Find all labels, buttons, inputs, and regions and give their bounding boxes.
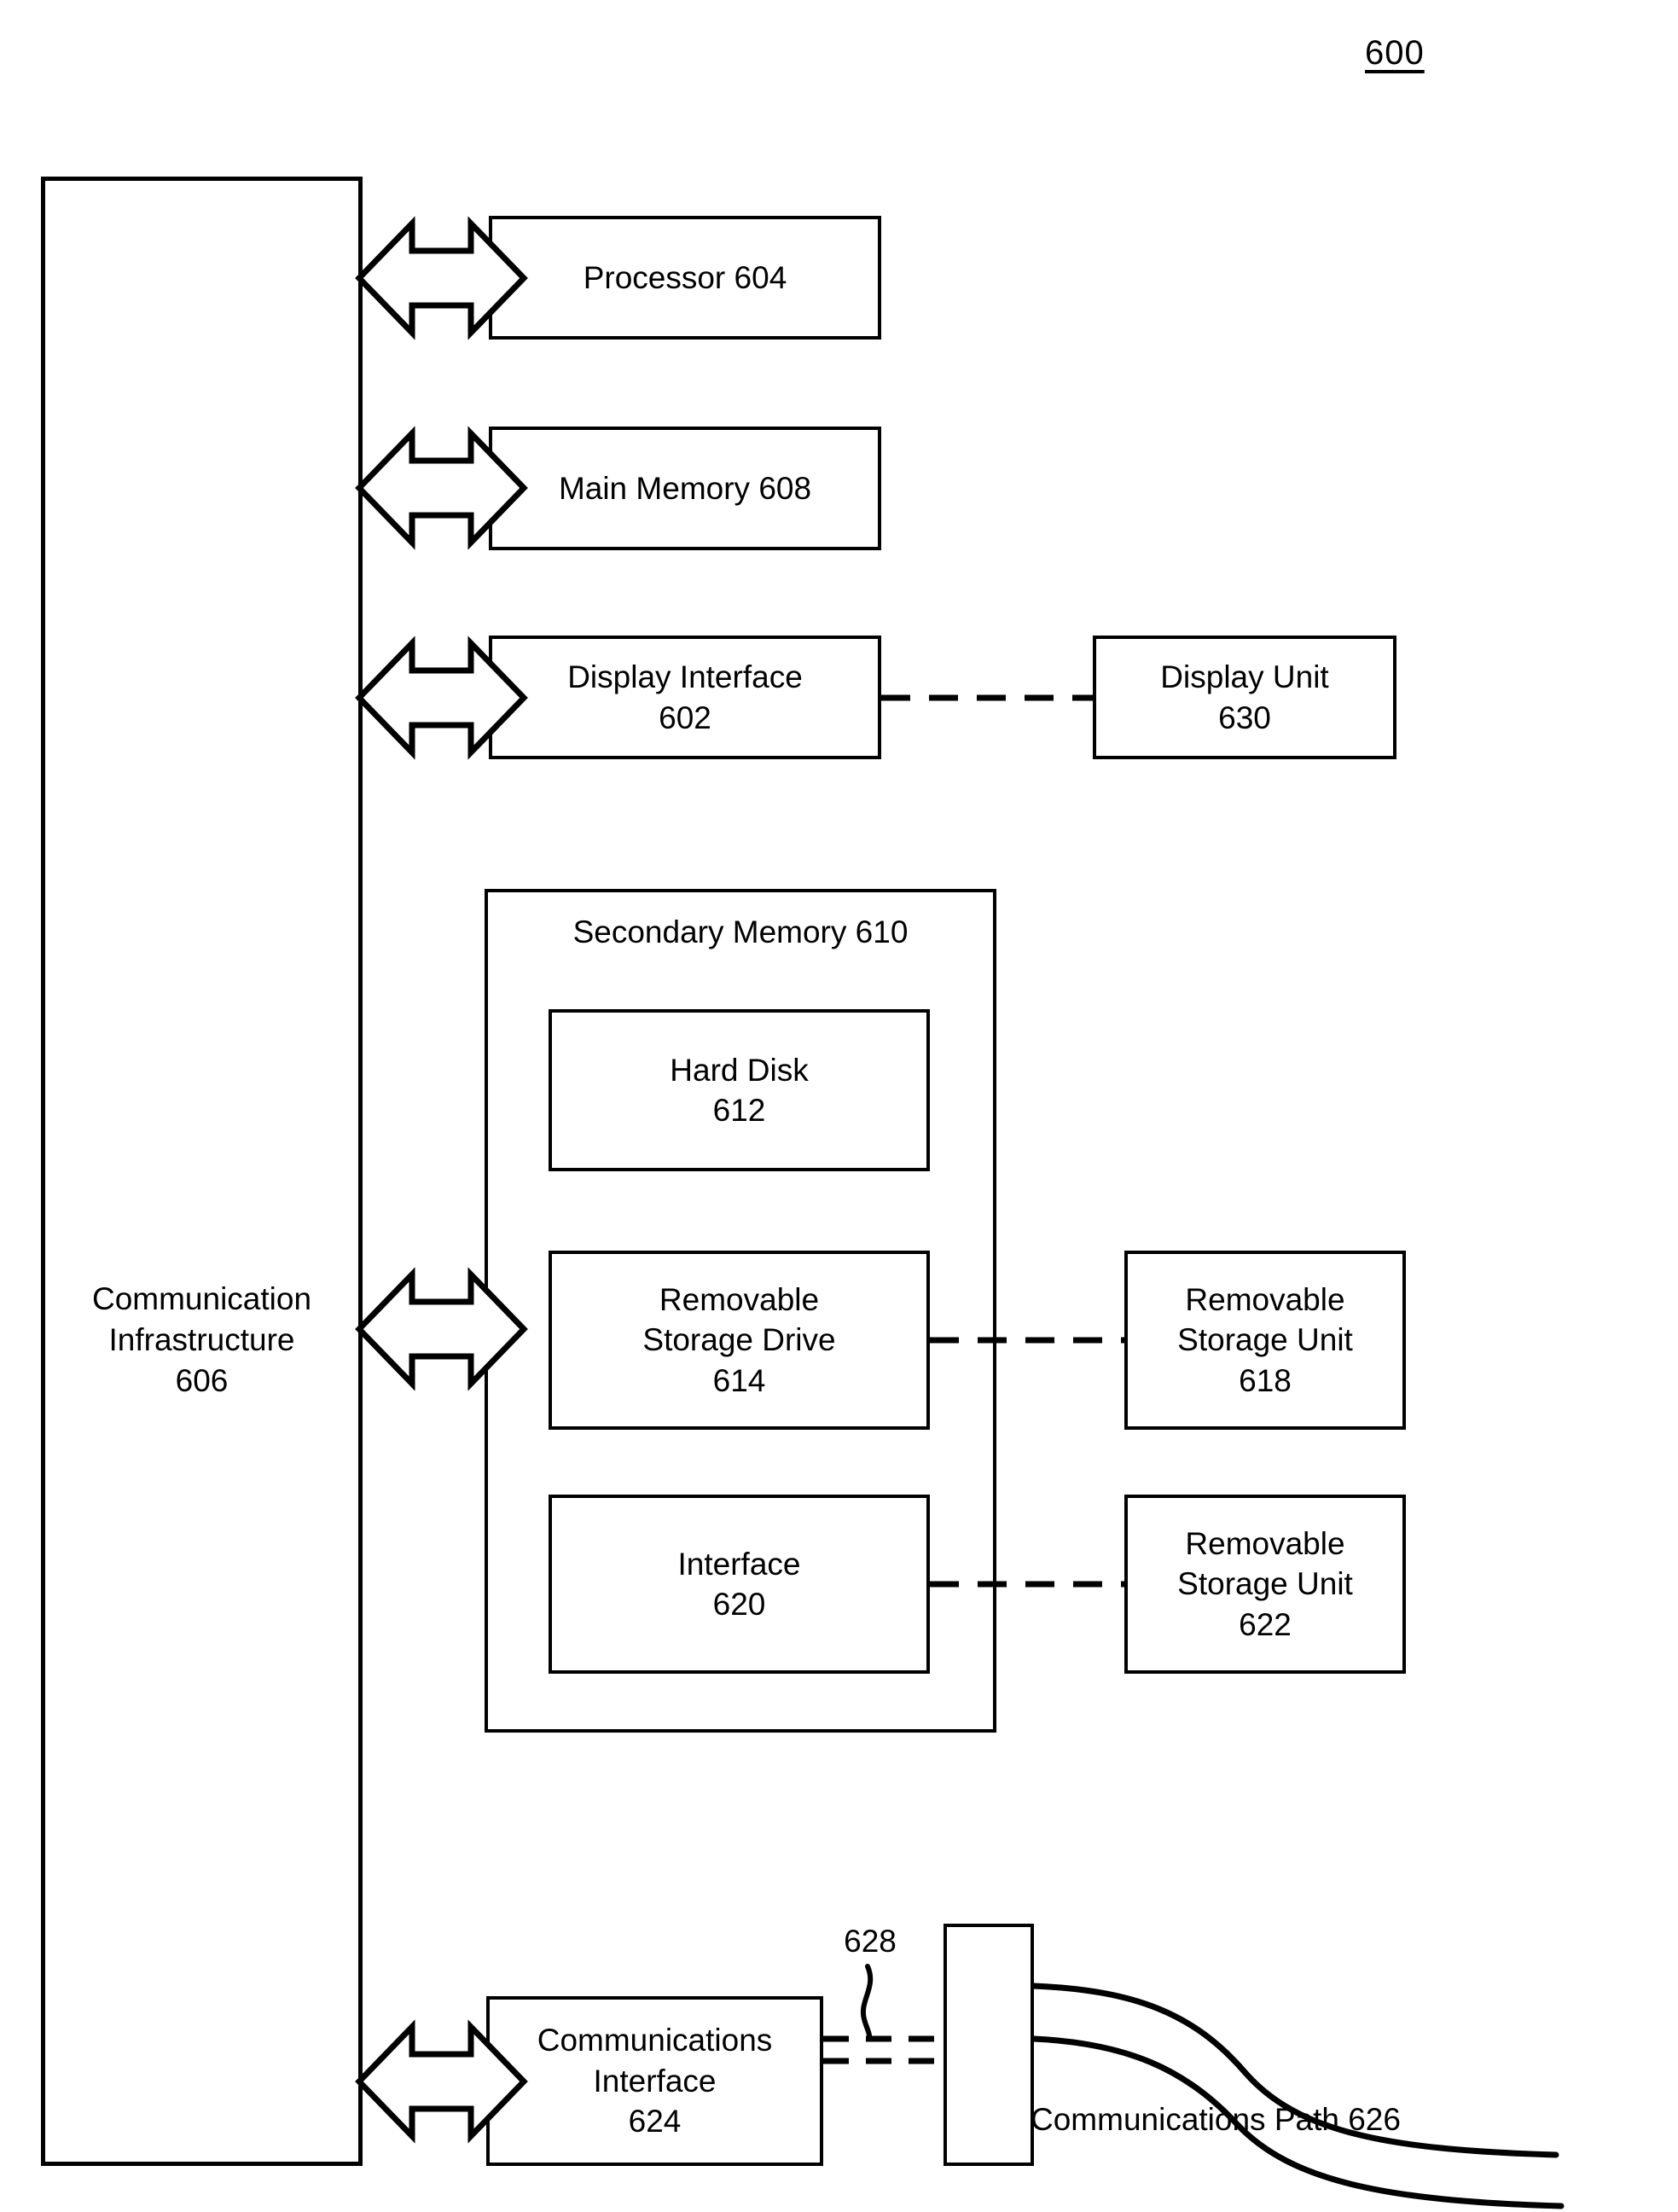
main-memory-block: Main Memory 608	[489, 427, 881, 550]
display-unit-label-line-2: 630	[1218, 700, 1271, 735]
secondary-memory-title: Secondary Memory 610	[572, 914, 909, 949]
bus-label-line-2: Infrastructure	[108, 1322, 295, 1358]
processor-label: Processor 604	[583, 259, 787, 295]
removable-storage-unit-618-label-line-1: Removable	[1185, 1281, 1345, 1317]
communications-interface-block: Communications Interface 624	[486, 1996, 823, 2166]
hard-disk-label-line-1: Hard Disk	[670, 1052, 809, 1088]
lead-628-label: 628	[844, 1924, 897, 1959]
communication-infrastructure-label: Communication Infrastructure 606	[45, 1279, 358, 1402]
display-interface-label-line-1: Display Interface	[567, 659, 803, 695]
figure-number: 600	[1365, 34, 1425, 72]
removable-storage-drive-label-line-2: Storage Drive	[642, 1322, 836, 1358]
communications-interface-label-line-2: Interface	[593, 2063, 717, 2099]
communications-path-label: Communications Path 626	[1031, 2102, 1401, 2137]
removable-storage-drive-block: Removable Storage Drive 614	[549, 1251, 930, 1430]
removable-storage-unit-622-block: Removable Storage Unit 622	[1124, 1495, 1406, 1674]
removable-storage-drive-label-line-3: 614	[712, 1362, 766, 1398]
display-interface-block: Display Interface 602	[489, 636, 881, 759]
communications-connector-block	[944, 1924, 1034, 2166]
removable-storage-unit-622-label-line-1: Removable	[1185, 1525, 1345, 1561]
main-memory-label: Main Memory 608	[558, 470, 812, 506]
processor-block: Processor 604	[489, 216, 881, 340]
lead-628-curve	[860, 1964, 874, 2041]
interface-620-label-line-1: Interface	[677, 1546, 801, 1582]
bus-label-line-3: 606	[175, 1363, 229, 1399]
figure-canvas: 600 Communication Infrastructure 606 Pro…	[0, 0, 1678, 2212]
removable-storage-unit-618-block: Removable Storage Unit 618	[1124, 1251, 1406, 1430]
communications-interface-label-line-1: Communications	[537, 2023, 773, 2058]
hard-disk-block: Hard Disk 612	[549, 1009, 930, 1171]
removable-storage-unit-618-label-line-2: Storage Unit	[1177, 1322, 1353, 1358]
communications-interface-label-line-3: 624	[628, 2104, 682, 2139]
removable-storage-drive-label-line-1: Removable	[659, 1281, 820, 1317]
display-interface-label-line-2: 602	[659, 700, 711, 735]
bus-label-line-1: Communication	[91, 1281, 312, 1316]
hard-disk-label-line-2: 612	[712, 1093, 766, 1128]
removable-storage-unit-622-label-line-2: Storage Unit	[1177, 1566, 1353, 1602]
display-unit-block: Display Unit 630	[1093, 636, 1396, 759]
communication-infrastructure-bus: Communication Infrastructure 606	[41, 177, 363, 2166]
removable-storage-unit-622-label-line-3: 622	[1239, 1606, 1292, 1642]
removable-storage-unit-618-label-line-3: 618	[1239, 1362, 1292, 1398]
interface-620-label-line-2: 620	[712, 1587, 766, 1622]
interface-620-block: Interface 620	[549, 1495, 930, 1674]
display-unit-label-line-1: Display Unit	[1160, 659, 1329, 695]
